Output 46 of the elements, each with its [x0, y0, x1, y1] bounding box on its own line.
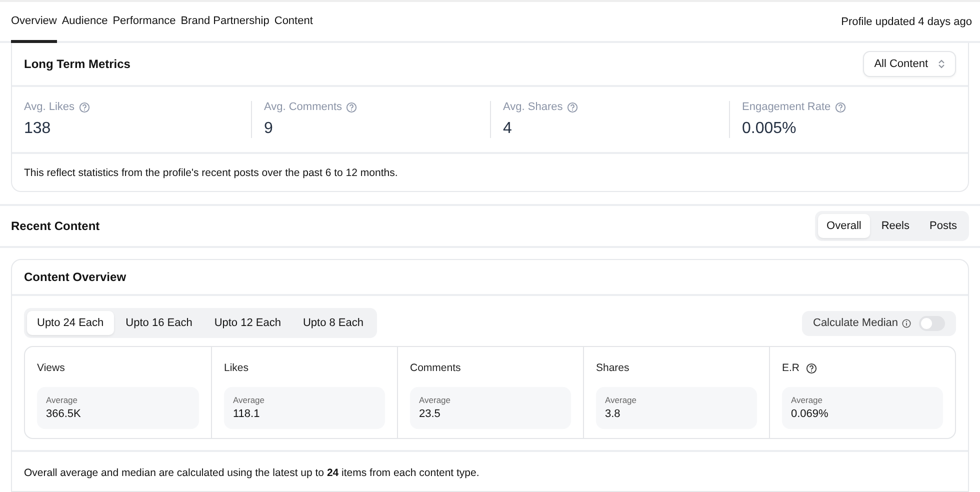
average-value: 23.5 [419, 408, 442, 420]
stat-label: Shares [596, 362, 630, 374]
average-label: Average [233, 395, 266, 405]
median-label: Calculate Median [813, 317, 898, 329]
content-type-tab[interactable]: Reels [872, 214, 918, 238]
metric-value: 9 [264, 120, 274, 138]
range-tab[interactable]: Upto 12 Each [204, 311, 291, 335]
average-value: 3.8 [605, 408, 622, 420]
stat-label: Views [37, 362, 65, 374]
average-label: Average [419, 395, 452, 405]
range-tab[interactable]: Upto 16 Each [116, 311, 202, 335]
note-text: This reflect statistics from the profile's recent posts over the past 6 to 12 months. [24, 167, 398, 179]
range-tab[interactable]: Upto 8 Each [292, 311, 374, 335]
section-title: Recent Content [11, 219, 100, 233]
info-icon [902, 318, 911, 328]
average-label: Average [46, 395, 79, 405]
stat-label: Likes [224, 362, 249, 374]
average-value: 366.5K [46, 408, 82, 420]
nav-tab[interactable]: Brand Partnership [180, 15, 270, 43]
card-title: Long Term Metrics [24, 57, 130, 71]
sort-icon [938, 59, 945, 69]
card-title: Content Overview [24, 270, 126, 284]
note-text: Overall average and median are calculated using the latest up to 24 items from each content type. [24, 467, 480, 479]
metric-value: 138 [24, 120, 52, 138]
nav-tab[interactable]: Performance [112, 15, 176, 43]
metric-label: Engagement Rate [742, 101, 831, 113]
stat-label: Comments [410, 362, 461, 374]
range-tab[interactable]: Upto 24 Each [27, 311, 114, 335]
metric-value: 4 [503, 120, 513, 138]
metric-label: Avg. Likes [24, 101, 75, 113]
nav-tab[interactable]: Audience [62, 15, 108, 43]
average-value: 0.069% [791, 408, 830, 420]
content-select[interactable]: All Content [863, 51, 956, 77]
median-toggle[interactable] [919, 316, 945, 330]
metric-value: 0.005% [742, 120, 798, 138]
content-type-tab[interactable]: Overall [818, 214, 870, 238]
metric-label: Avg. Shares [503, 101, 563, 113]
nav-tab[interactable]: Content [274, 15, 313, 43]
average-label: Average [605, 395, 638, 405]
average-label: Average [791, 395, 824, 405]
content-type-tab[interactable]: Posts [920, 214, 966, 238]
help-icon[interactable] [806, 362, 817, 374]
stat-label: E.R [782, 362, 800, 374]
updated-text: Profile updated 4 days ago [841, 16, 972, 30]
average-value: 118.1 [233, 408, 261, 420]
metric-label: Avg. Comments [264, 101, 342, 113]
